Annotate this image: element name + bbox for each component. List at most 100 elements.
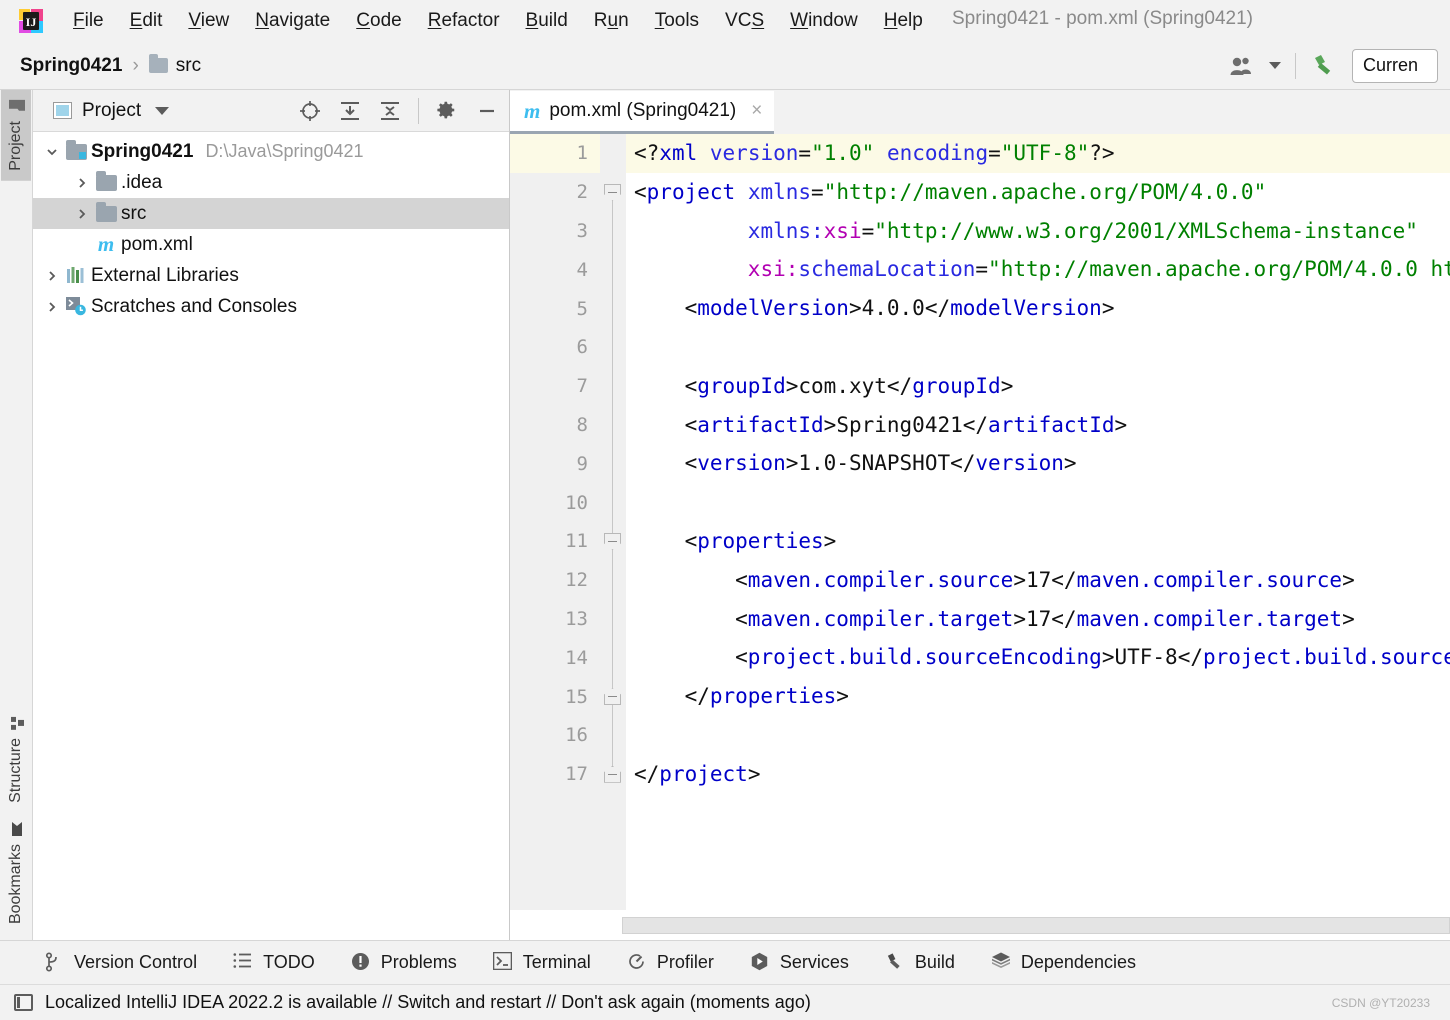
menu-tools[interactable]: Tools bbox=[642, 7, 712, 35]
menu-run[interactable]: Run bbox=[581, 7, 642, 35]
code-line[interactable]: xmlns:xsi="http://www.w3.org/2001/XMLSch… bbox=[634, 212, 1450, 251]
code-token: encoding bbox=[886, 141, 989, 165]
code-token: 17 bbox=[1025, 606, 1052, 631]
code-line[interactable]: <version>1.0-SNAPSHOT</version> bbox=[634, 444, 1450, 483]
code-token: modelVersion bbox=[950, 296, 1102, 321]
chevron-right-icon[interactable] bbox=[71, 207, 93, 221]
code-token: > bbox=[785, 451, 799, 476]
code-line[interactable]: <?xml version="1.0" encoding="UTF-8"?> bbox=[626, 134, 1450, 173]
project-window-icon bbox=[53, 102, 72, 119]
menu-refactor[interactable]: Refactor bbox=[415, 7, 513, 35]
code-line[interactable]: <project.build.sourceEncoding>UTF-8</pro… bbox=[634, 638, 1450, 677]
toolbar-separator bbox=[418, 97, 419, 124]
sidebar-tab-structure[interactable]: Structure bbox=[1, 707, 31, 813]
problems-icon bbox=[351, 952, 372, 973]
tree-row-spring0421[interactable]: Spring0421 D:\Java\Spring0421 bbox=[33, 136, 509, 167]
code-token: modelVersion bbox=[697, 296, 849, 321]
chevron-right-icon[interactable] bbox=[41, 300, 63, 314]
chevron-right-icon[interactable] bbox=[71, 176, 93, 190]
bottom-tab-todo[interactable]: TODO bbox=[233, 952, 315, 973]
code-line[interactable]: <properties> bbox=[634, 522, 1450, 561]
scratches-icon bbox=[63, 297, 89, 316]
menu-file[interactable]: File bbox=[60, 7, 117, 35]
code-line[interactable]: <project xmlns="http://maven.apache.org/… bbox=[634, 173, 1450, 212]
line-number: 5 bbox=[576, 297, 588, 320]
menu-vcs[interactable]: VCS bbox=[712, 7, 777, 35]
code-token: UTF-8 bbox=[1114, 645, 1178, 670]
fold-toggle-11[interactable] bbox=[604, 532, 621, 550]
sidebar-tab-project[interactable]: Project bbox=[1, 90, 31, 181]
status-message[interactable]: Localized IntelliJ IDEA 2022.2 is availa… bbox=[45, 992, 811, 1013]
menu-edit[interactable]: Edit bbox=[117, 7, 176, 35]
menu-code[interactable]: Code bbox=[343, 7, 414, 35]
code-line[interactable]: </properties> bbox=[634, 677, 1450, 716]
menu-window[interactable]: Window bbox=[777, 7, 871, 35]
fold-toggle-17[interactable] bbox=[604, 765, 621, 783]
menu-build[interactable]: Build bbox=[513, 7, 581, 35]
code-token: </ bbox=[1051, 606, 1077, 631]
close-icon[interactable]: × bbox=[751, 100, 762, 122]
code-line[interactable] bbox=[634, 716, 1450, 755]
run-configuration-selector[interactable]: Curren bbox=[1352, 48, 1438, 83]
tree-row-idea[interactable]: .idea bbox=[33, 167, 509, 198]
bottom-tab-terminal[interactable]: Terminal bbox=[492, 951, 591, 973]
code-token: > bbox=[823, 412, 837, 437]
code-line[interactable]: </project> bbox=[634, 755, 1450, 794]
horizontal-scrollbar[interactable] bbox=[622, 916, 1450, 934]
chevron-down-icon[interactable] bbox=[41, 145, 63, 159]
code-token: maven.compiler.source bbox=[747, 567, 1014, 592]
code-token: "http://www.w3.org/2001/XMLSchema-instan… bbox=[874, 218, 1418, 243]
build-hammer-icon[interactable] bbox=[1310, 52, 1338, 80]
code-line[interactable]: xsi:schemaLocation="http://maven.apache.… bbox=[634, 250, 1450, 289]
line-number: 8 bbox=[576, 413, 588, 436]
tree-row-src[interactable]: src bbox=[33, 198, 509, 229]
notification-icon[interactable] bbox=[14, 994, 33, 1011]
settings-gear-icon[interactable] bbox=[435, 99, 459, 123]
project-tool-window: Project Spring0421 D:\Java\Spring0421 .i… bbox=[33, 90, 510, 940]
bottom-tab-build[interactable]: Build bbox=[885, 952, 955, 973]
code-line[interactable]: <maven.compiler.source>17</maven.compile… bbox=[634, 561, 1450, 600]
bottom-tab-label: Build bbox=[914, 952, 955, 972]
code-line[interactable]: <maven.compiler.target>17</maven.compile… bbox=[634, 600, 1450, 639]
tree-row-scratches-and-consoles[interactable]: Scratches and Consoles bbox=[33, 291, 509, 322]
code-viewport: 1 2 3 4 5 6 7 8 9 10 11 12 13 14 15 16 17 <?xml version=… bbox=[510, 134, 1450, 910]
code-line[interactable]: <groupId>com.xyt</groupId> bbox=[634, 367, 1450, 406]
bottom-tab-version-control[interactable]: Version Control bbox=[44, 952, 197, 973]
chevron-right-icon[interactable] bbox=[41, 269, 63, 283]
code-token: </ bbox=[950, 451, 976, 476]
locate-icon[interactable] bbox=[298, 99, 322, 123]
line-number: 3 bbox=[576, 219, 588, 242]
fold-toggle-15[interactable] bbox=[604, 688, 621, 706]
breadcrumb-src[interactable]: src bbox=[176, 55, 201, 77]
collapse-all-icon[interactable] bbox=[378, 99, 402, 123]
menu-navigate[interactable]: Navigate bbox=[242, 7, 343, 35]
editor-tab-label: pom.xml (Spring0421) bbox=[549, 100, 737, 121]
tree-row-pom-xml[interactable]: m pom.xml bbox=[33, 229, 509, 260]
bottom-tab-profiler[interactable]: Profiler bbox=[627, 952, 714, 973]
breadcrumb: Spring0421 › src bbox=[20, 54, 201, 77]
bottom-tab-services[interactable]: Services bbox=[750, 952, 849, 973]
code-token: < bbox=[634, 567, 748, 592]
account-people-icon[interactable] bbox=[1229, 56, 1255, 76]
editor-tab-pom-xml[interactable]: m pom.xml (Spring0421) × bbox=[510, 91, 775, 134]
code-token: </ bbox=[886, 373, 913, 398]
menu-view[interactable]: View bbox=[175, 7, 242, 35]
code-line[interactable] bbox=[634, 483, 1450, 522]
fold-toggle-2[interactable] bbox=[604, 183, 621, 201]
chevron-down-icon[interactable] bbox=[1269, 62, 1281, 69]
tree-row-external-libraries[interactable]: External Libraries bbox=[33, 260, 509, 291]
sidebar-tab-bookmarks[interactable]: Bookmarks bbox=[1, 813, 31, 934]
menu-help[interactable]: Help bbox=[871, 7, 936, 35]
code-line[interactable]: <modelVersion>4.0.0</modelVersion> bbox=[634, 289, 1450, 328]
code-content[interactable]: <?xml version="1.0" encoding="UTF-8"?> <p… bbox=[626, 134, 1450, 910]
minimize-icon[interactable] bbox=[475, 99, 499, 123]
code-line[interactable] bbox=[634, 328, 1450, 367]
bottom-tab-problems[interactable]: Problems bbox=[351, 952, 457, 973]
chevron-down-icon[interactable] bbox=[155, 106, 170, 115]
breadcrumb-project[interactable]: Spring0421 bbox=[20, 55, 122, 77]
code-token: "1.0" bbox=[811, 141, 875, 165]
expand-all-icon[interactable] bbox=[338, 99, 362, 123]
bottom-tab-dependencies[interactable]: Dependencies bbox=[991, 952, 1136, 973]
code-line[interactable]: <artifactId>Spring0421</artifactId> bbox=[634, 406, 1450, 445]
